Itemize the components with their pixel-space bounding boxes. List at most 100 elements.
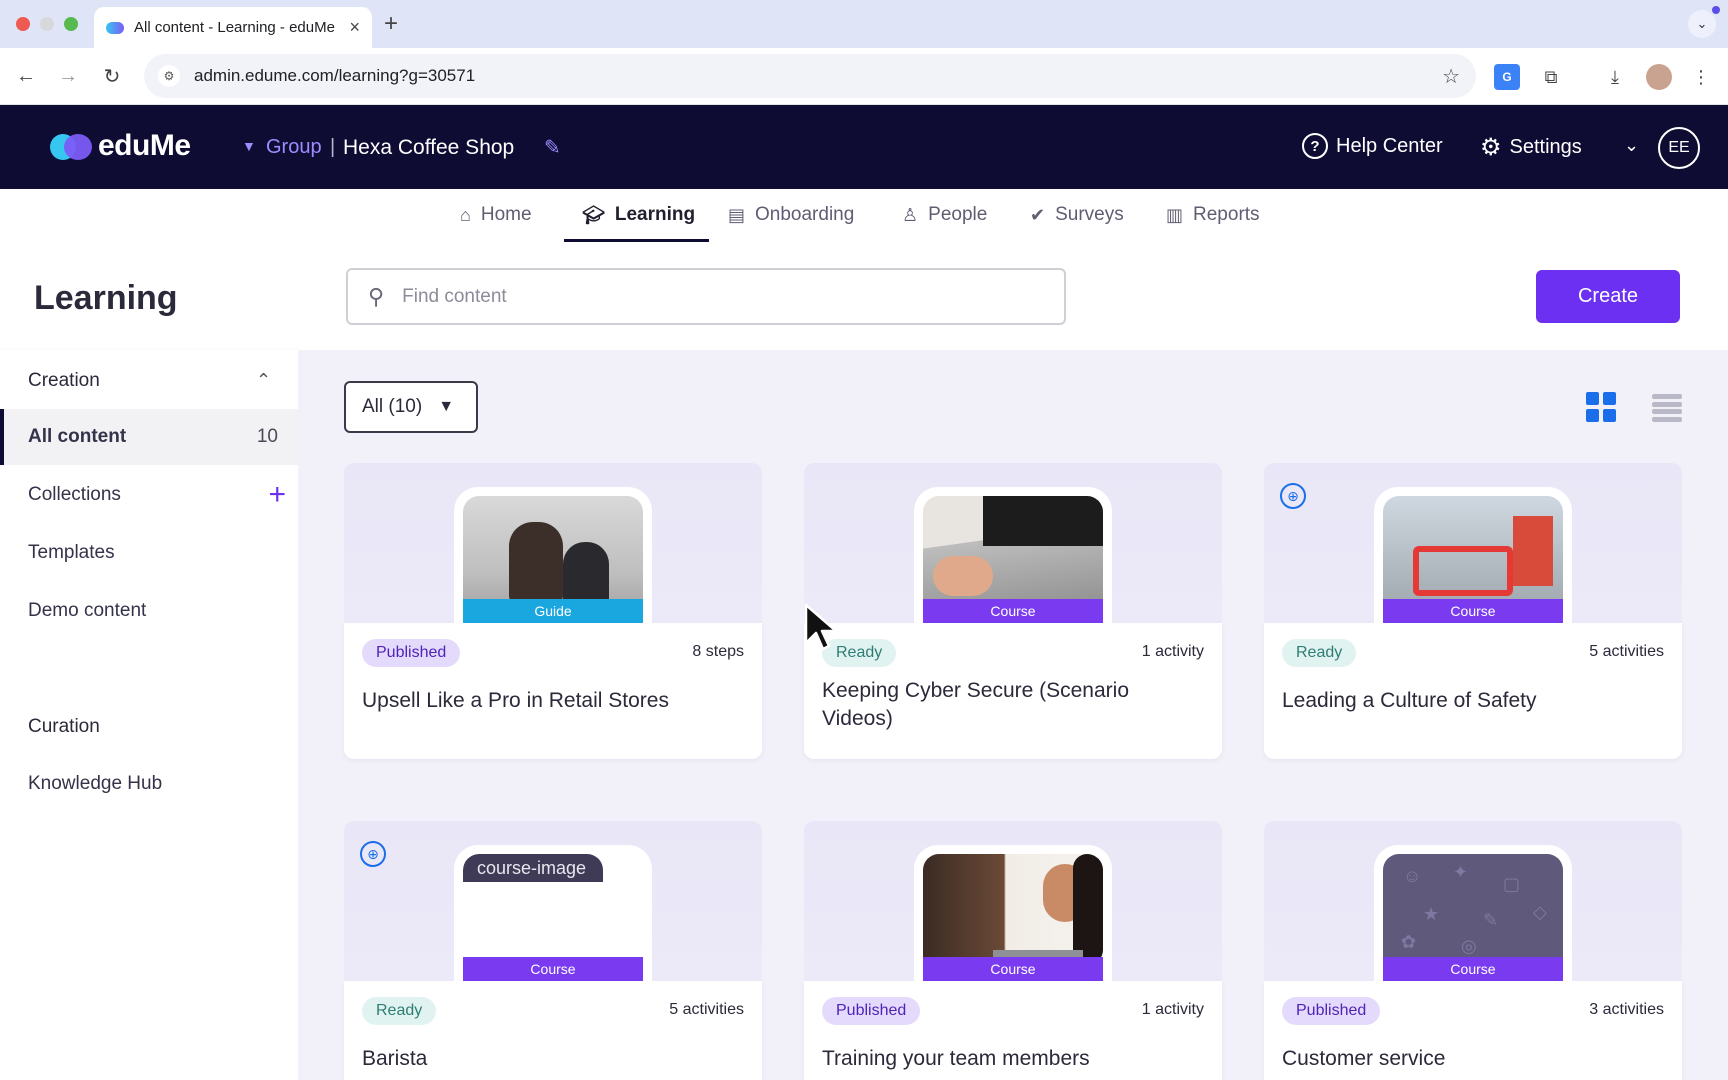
nav-learning-label: Learning bbox=[614, 204, 696, 225]
activity-count: 5 activities bbox=[1589, 643, 1664, 660]
nav-reports-label: Reports bbox=[1193, 204, 1260, 225]
activity-count: 8 steps bbox=[692, 643, 744, 660]
card-title[interactable]: Keeping Cyber Secure (Scenario Videos) bbox=[822, 677, 1202, 734]
group-separator: | bbox=[330, 136, 336, 158]
card-body: Published 3 activities Customer service bbox=[1264, 981, 1682, 1080]
nav-people[interactable]: ♙ People bbox=[902, 189, 987, 241]
page-title: Learning bbox=[34, 279, 178, 317]
mouse-cursor-icon bbox=[804, 603, 838, 651]
content-type-label: Course bbox=[923, 957, 1103, 981]
translate-extension-icon[interactable]: G bbox=[1494, 64, 1520, 90]
tab-search-button[interactable]: ⌄ bbox=[1688, 10, 1716, 38]
browser-tab[interactable]: All content - Learning - eduMe × bbox=[94, 7, 372, 48]
sidebar-item-templates[interactable]: Templates bbox=[0, 525, 298, 581]
content-card[interactable]: ⊕ Course Ready 5 activities Leading a Cu… bbox=[1264, 463, 1682, 759]
content-card[interactable]: ⊕ course-image Course Ready 5 activities… bbox=[344, 821, 762, 1080]
sidebar-item-knowledge-hub[interactable]: Knowledge Hub bbox=[0, 756, 298, 812]
gear-icon: ⚙ bbox=[1480, 134, 1502, 161]
back-icon[interactable]: ← bbox=[12, 62, 40, 90]
bar-chart-icon: ▥ bbox=[1166, 204, 1184, 225]
status-badge: Published bbox=[362, 639, 461, 667]
sidebar-item-demo-content[interactable]: Demo content bbox=[0, 583, 298, 639]
list-view-icon[interactable] bbox=[1652, 394, 1682, 422]
nav-reports[interactable]: ▥ Reports bbox=[1166, 189, 1260, 241]
nav-onboarding[interactable]: ▤ Onboarding bbox=[728, 189, 854, 241]
card-title[interactable]: Leading a Culture of Safety bbox=[1282, 687, 1662, 715]
course-thumbnail: course-image Course bbox=[463, 854, 643, 981]
browser-toolbar: ← → ↻ ⚙ admin.edume.com/learning?g=30571… bbox=[0, 48, 1728, 105]
card-body: Published 1 activity Training your team … bbox=[804, 981, 1222, 1080]
url-text: admin.edume.com/learning?g=30571 bbox=[194, 66, 476, 85]
sidebar-item-collections[interactable]: Collections + bbox=[0, 467, 298, 523]
forward-icon[interactable]: → bbox=[54, 62, 82, 90]
user-menu-chevron-icon[interactable]: ⌄ bbox=[1624, 135, 1639, 156]
sidebar-item-label: Knowledge Hub bbox=[28, 773, 163, 794]
content-type-label: Guide bbox=[463, 599, 643, 623]
card-title[interactable]: Training your team members bbox=[822, 1045, 1202, 1073]
reload-icon[interactable]: ↻ bbox=[98, 62, 126, 90]
curation-heading: Curation bbox=[28, 716, 100, 737]
user-avatar[interactable]: EE bbox=[1658, 127, 1700, 169]
filter-dropdown[interactable]: All (10) ▼ bbox=[344, 381, 478, 433]
content-type-label: Course bbox=[463, 957, 643, 981]
activity-count: 1 activity bbox=[1141, 1001, 1204, 1018]
content-card[interactable]: Guide Published 8 steps Upsell Like a Pr… bbox=[344, 463, 762, 759]
download-icon[interactable]: ⤓ bbox=[1602, 64, 1628, 90]
chevron-down-icon: ▼ bbox=[438, 398, 455, 415]
thumbnail-frame: Course bbox=[1374, 487, 1572, 623]
add-collection-plus-icon[interactable]: + bbox=[268, 478, 286, 512]
content-card[interactable]: ☺ ✦ ▢ ★ ✎ ◇ ✿ ◎ Course Published 3 activities… bbox=[1264, 821, 1682, 1080]
sidebar-item-label: Templates bbox=[28, 542, 115, 563]
window-minimize-button[interactable] bbox=[40, 17, 54, 31]
chevron-down-icon[interactable]: ▼ bbox=[242, 138, 256, 154]
create-button[interactable]: Create bbox=[1536, 270, 1680, 323]
app-header: eduMe ▼ Group | Hexa Coffee Shop ✎ ? Hel… bbox=[0, 105, 1728, 189]
grid-view-icon[interactable] bbox=[1586, 392, 1616, 422]
sidebar-item-label: Collections bbox=[28, 484, 121, 505]
edit-pencil-icon[interactable]: ✎ bbox=[544, 135, 561, 160]
thumbnail-frame: Course bbox=[914, 487, 1112, 623]
card-title[interactable]: Upsell Like a Pro in Retail Stores bbox=[362, 687, 742, 715]
creation-heading[interactable]: Creation bbox=[28, 370, 100, 392]
card-header: ☺ ✦ ▢ ★ ✎ ◇ ✿ ◎ Course bbox=[1264, 821, 1682, 981]
new-tab-button[interactable]: + bbox=[384, 10, 398, 38]
content-card[interactable]: Course Published 1 activity Training you… bbox=[804, 821, 1222, 1080]
nav-home[interactable]: ⌂ Home bbox=[460, 189, 532, 241]
card-body: Ready 5 activities Barista bbox=[344, 981, 762, 1080]
edume-favicon-icon bbox=[106, 21, 124, 34]
graduation-icon: 🎓︎ bbox=[582, 204, 605, 225]
sidebar-item-all-content[interactable]: All content 10 bbox=[0, 409, 298, 465]
tab-close-icon[interactable]: × bbox=[349, 17, 360, 38]
group-selector[interactable]: Group bbox=[266, 136, 322, 159]
profile-avatar[interactable] bbox=[1646, 64, 1672, 90]
window-close-button[interactable] bbox=[16, 17, 30, 31]
site-settings-icon[interactable]: ⚙ bbox=[158, 65, 180, 87]
bookmark-star-icon[interactable]: ☆ bbox=[1442, 64, 1460, 89]
group-name[interactable]: Hexa Coffee Shop bbox=[343, 136, 514, 160]
thumbnail-frame: Course bbox=[914, 845, 1112, 981]
search-box[interactable]: ⚲ bbox=[346, 268, 1066, 325]
nav-surveys[interactable]: ✔ Surveys bbox=[1030, 189, 1124, 241]
card-title[interactable]: Customer service bbox=[1282, 1045, 1662, 1073]
sidebar: Creation ⌃ All content 10 Collections + … bbox=[0, 350, 298, 1080]
edume-logo-icon bbox=[50, 134, 92, 160]
address-bar[interactable]: ⚙ admin.edume.com/learning?g=30571 ☆ bbox=[144, 54, 1476, 98]
chevron-up-icon[interactable]: ⌃ bbox=[256, 370, 271, 391]
course-thumbnail: Guide bbox=[463, 496, 643, 623]
browser-menu-icon[interactable]: ⋮ bbox=[1688, 64, 1714, 90]
settings-button[interactable]: ⚙ Settings bbox=[1480, 133, 1582, 162]
card-title[interactable]: Barista bbox=[362, 1045, 742, 1073]
window-maximize-button[interactable] bbox=[64, 17, 78, 31]
settings-label: Settings bbox=[1509, 136, 1582, 158]
card-header: ⊕ Course bbox=[1264, 463, 1682, 623]
search-input[interactable] bbox=[402, 285, 1003, 308]
extensions-puzzle-icon[interactable]: ⧉ bbox=[1538, 64, 1564, 90]
thumbnail-frame: ☺ ✦ ▢ ★ ✎ ◇ ✿ ◎ Course bbox=[1374, 845, 1572, 981]
nav-learning[interactable]: 🎓︎ Learning bbox=[582, 189, 695, 241]
home-icon: ⌂ bbox=[460, 204, 471, 225]
content-type-label: Course bbox=[1383, 957, 1563, 981]
help-center-button[interactable]: ? Help Center bbox=[1302, 133, 1443, 159]
tab-title: All content - Learning - eduMe bbox=[134, 19, 335, 36]
broken-image-alt-text: course-image bbox=[463, 854, 603, 882]
content-card[interactable]: Course Ready 1 activity Keeping Cyber Se… bbox=[804, 463, 1222, 759]
